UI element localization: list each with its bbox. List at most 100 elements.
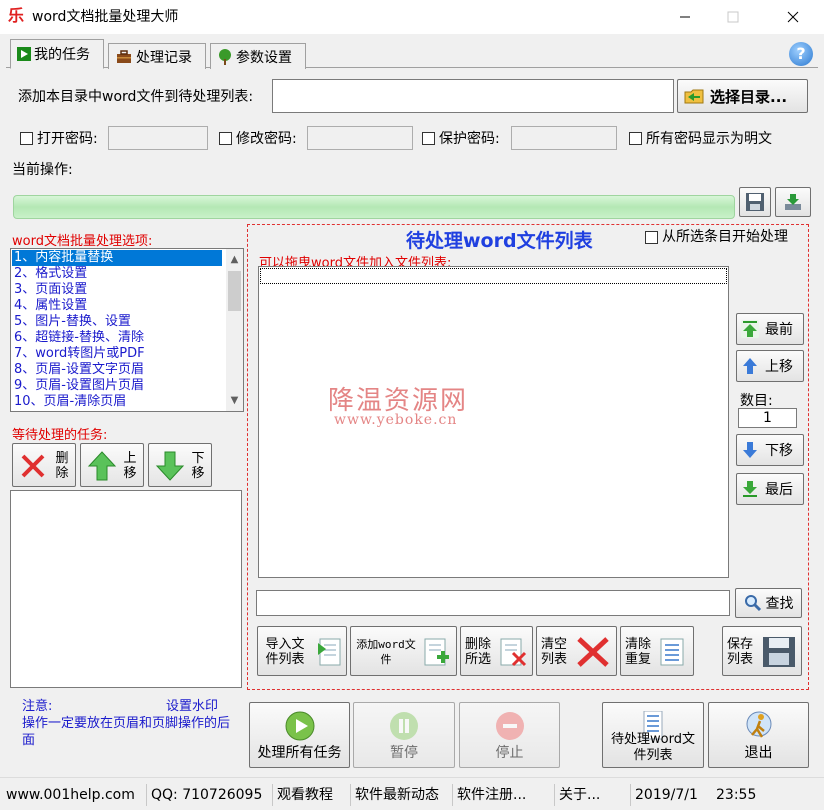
search-label: 查找: [765, 596, 794, 612]
protect-password-checkbox[interactable]: [422, 132, 435, 145]
tab-my-tasks[interactable]: 我的任务: [10, 39, 104, 69]
note-prefix: 注意:: [22, 699, 53, 714]
modify-password-field[interactable]: [307, 126, 413, 150]
pause-button[interactable]: 暂停: [353, 702, 455, 768]
pause-icon: [390, 712, 418, 740]
options-label: word文档批量处理选项:: [12, 234, 153, 249]
move-last-label: 最后: [765, 482, 793, 498]
exit-label: 退出: [744, 745, 773, 761]
watermark-settings-link[interactable]: 设置水印: [166, 698, 218, 715]
save-list-label: 保存列表: [726, 637, 753, 667]
move-task-down-label: 下移: [191, 451, 205, 481]
save-list-button[interactable]: 保存列表: [722, 626, 802, 676]
status-register[interactable]: 软件注册...: [452, 784, 552, 806]
tab-settings[interactable]: 参数设置: [210, 43, 306, 69]
arrow-down-icon: [155, 451, 185, 481]
delete-selected-button[interactable]: 删除所选: [460, 626, 533, 676]
clear-list-button[interactable]: 清空列表: [536, 626, 617, 676]
tab-records[interactable]: 处理记录: [108, 43, 206, 69]
option-item[interactable]: 9、页眉-设置图片页眉: [12, 378, 222, 394]
move-up-label: 上移: [765, 359, 793, 375]
scroll-down-icon[interactable]: ▼: [226, 392, 243, 409]
exit-button[interactable]: 退出: [708, 702, 809, 768]
directory-input[interactable]: [272, 79, 674, 113]
status-news[interactable]: 软件最新动态: [350, 784, 450, 806]
option-item[interactable]: 10、页眉-清除页眉: [12, 394, 222, 410]
move-task-down-button[interactable]: 下移: [148, 443, 212, 487]
close-button[interactable]: [770, 0, 816, 34]
add-dir-label: 添加本目录中word文件到待处理列表:: [18, 89, 254, 105]
status-about[interactable]: 关于...: [554, 784, 628, 806]
open-password-checkbox[interactable]: [20, 132, 33, 145]
move-down-label: 下移: [765, 443, 793, 459]
options-listbox[interactable]: 1、内容批量替换 2、格式设置 3、页面设置 4、属性设置 5、图片-替换、设置…: [10, 248, 244, 412]
download-button[interactable]: [775, 187, 811, 217]
stop-button[interactable]: 停止: [459, 702, 560, 768]
move-up-button[interactable]: 上移: [736, 350, 804, 382]
list-icon: [660, 638, 684, 666]
options-scrollbar[interactable]: ▲ ▼: [226, 249, 243, 411]
title-bar: 乐 word文档批量处理大师: [0, 0, 824, 34]
option-item[interactable]: 2、格式设置: [12, 266, 222, 282]
search-input[interactable]: [256, 590, 730, 616]
move-first-label: 最前: [765, 322, 793, 338]
list-item[interactable]: [260, 268, 727, 284]
search-button[interactable]: 查找: [735, 588, 802, 618]
option-item[interactable]: 5、图片-替换、设置: [12, 314, 222, 330]
save-log-button[interactable]: [739, 187, 771, 217]
import-icon: [318, 638, 341, 666]
move-last-button[interactable]: 最后: [736, 473, 804, 505]
start-from-selected-checkbox[interactable]: [645, 231, 658, 244]
pending-label: 等待处理的任务:: [12, 428, 108, 443]
option-item[interactable]: 6、超链接-替换、清除: [12, 330, 222, 346]
status-time: 23:55: [716, 787, 757, 803]
option-item[interactable]: 7、word转图片或PDF: [12, 346, 222, 362]
option-item[interactable]: 4、属性设置: [12, 298, 222, 314]
arrow-up-icon: [87, 451, 117, 481]
help-icon[interactable]: ?: [789, 42, 813, 66]
status-site[interactable]: www.001help.com: [2, 784, 144, 806]
scroll-thumb[interactable]: [228, 271, 241, 311]
pending-task-list[interactable]: [10, 490, 242, 688]
move-task-up-label: 上移: [123, 451, 137, 481]
option-item[interactable]: 3、页面设置: [12, 282, 222, 298]
modify-password-label: 修改密码:: [236, 131, 297, 147]
arrow-down-icon: [743, 442, 757, 458]
show-plain-checkbox[interactable]: [629, 132, 642, 145]
pending-list-button[interactable]: 待处理word文件列表: [602, 702, 704, 768]
search-icon: [744, 595, 761, 612]
folder-icon: [684, 89, 704, 104]
add-file-icon: [424, 638, 449, 666]
file-panel-title: 待处理word文件列表: [406, 230, 593, 252]
option-item[interactable]: 8、页眉-设置文字页眉: [12, 362, 222, 378]
delete-file-icon: [500, 638, 527, 667]
modify-password-checkbox[interactable]: [219, 132, 232, 145]
status-tutorial[interactable]: 观看教程: [272, 784, 348, 806]
import-list-button[interactable]: 导入文件列表: [257, 626, 347, 676]
stop-icon: [495, 712, 524, 740]
process-all-button[interactable]: 处理所有任务: [249, 702, 350, 768]
minimize-button[interactable]: [662, 0, 708, 34]
add-word-label: 添加word文件: [356, 638, 416, 666]
briefcase-icon: [117, 49, 131, 63]
move-task-up-button[interactable]: 上移: [80, 443, 144, 487]
option-item[interactable]: 1、内容批量替换: [12, 250, 222, 266]
file-list[interactable]: [258, 266, 729, 578]
move-down-button[interactable]: 下移: [736, 434, 804, 466]
tree-icon: [219, 48, 231, 65]
count-field[interactable]: 1: [738, 408, 797, 428]
open-password-field[interactable]: [108, 126, 208, 150]
maximize-icon: [727, 11, 739, 23]
protect-password-field[interactable]: [511, 126, 617, 150]
select-dir-button[interactable]: 选择目录...: [677, 79, 808, 113]
remove-duplicates-button[interactable]: 清除重复: [620, 626, 694, 676]
move-first-button[interactable]: 最前: [736, 313, 804, 345]
arrow-top-icon: [741, 320, 759, 338]
scroll-up-icon[interactable]: ▲: [226, 251, 243, 268]
delete-task-label: 删除: [55, 451, 69, 481]
delete-task-button[interactable]: 删除: [12, 443, 76, 487]
maximize-button[interactable]: [710, 0, 756, 34]
add-word-button[interactable]: 添加word文件: [350, 626, 457, 676]
stop-label: 停止: [495, 745, 524, 761]
tab-label: 处理记录: [136, 49, 192, 66]
